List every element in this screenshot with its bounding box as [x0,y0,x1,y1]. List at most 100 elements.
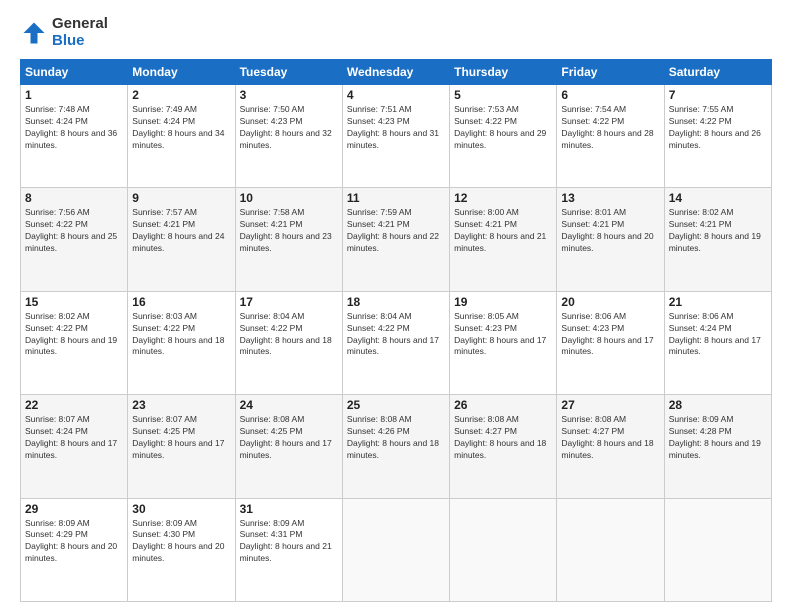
calendar-cell: 7 Sunrise: 7:55 AM Sunset: 4:22 PM Dayli… [664,85,771,188]
day-number: 30 [132,502,230,516]
day-number: 17 [240,295,338,309]
calendar-cell: 18 Sunrise: 8:04 AM Sunset: 4:22 PM Dayl… [342,291,449,394]
day-info: Sunrise: 8:09 AM Sunset: 4:28 PM Dayligh… [669,414,767,462]
calendar-cell: 9 Sunrise: 7:57 AM Sunset: 4:21 PM Dayli… [128,188,235,291]
calendar-cell: 26 Sunrise: 8:08 AM Sunset: 4:27 PM Dayl… [450,395,557,498]
day-number: 29 [25,502,123,516]
day-number: 25 [347,398,445,412]
day-info: Sunrise: 8:05 AM Sunset: 4:23 PM Dayligh… [454,311,552,359]
calendar-cell: 16 Sunrise: 8:03 AM Sunset: 4:22 PM Dayl… [128,291,235,394]
day-info: Sunrise: 7:56 AM Sunset: 4:22 PM Dayligh… [25,207,123,255]
calendar-cell [450,498,557,601]
day-info: Sunrise: 8:08 AM Sunset: 4:27 PM Dayligh… [561,414,659,462]
calendar-cell: 17 Sunrise: 8:04 AM Sunset: 4:22 PM Dayl… [235,291,342,394]
calendar-cell: 28 Sunrise: 8:09 AM Sunset: 4:28 PM Dayl… [664,395,771,498]
page: General Blue SundayMondayTuesdayWednesda… [0,0,792,612]
day-number: 18 [347,295,445,309]
day-info: Sunrise: 8:09 AM Sunset: 4:30 PM Dayligh… [132,518,230,566]
day-header-monday: Monday [128,60,235,85]
day-number: 20 [561,295,659,309]
day-number: 21 [669,295,767,309]
day-info: Sunrise: 8:09 AM Sunset: 4:31 PM Dayligh… [240,518,338,566]
day-info: Sunrise: 8:02 AM Sunset: 4:21 PM Dayligh… [669,207,767,255]
day-number: 5 [454,88,552,102]
day-info: Sunrise: 8:03 AM Sunset: 4:22 PM Dayligh… [132,311,230,359]
day-number: 6 [561,88,659,102]
calendar-cell: 8 Sunrise: 7:56 AM Sunset: 4:22 PM Dayli… [21,188,128,291]
calendar-cell [557,498,664,601]
day-number: 27 [561,398,659,412]
calendar-cell: 13 Sunrise: 8:01 AM Sunset: 4:21 PM Dayl… [557,188,664,291]
day-number: 22 [25,398,123,412]
day-number: 26 [454,398,552,412]
day-info: Sunrise: 8:06 AM Sunset: 4:23 PM Dayligh… [561,311,659,359]
calendar-cell: 29 Sunrise: 8:09 AM Sunset: 4:29 PM Dayl… [21,498,128,601]
day-info: Sunrise: 8:04 AM Sunset: 4:22 PM Dayligh… [347,311,445,359]
day-number: 28 [669,398,767,412]
day-info: Sunrise: 7:49 AM Sunset: 4:24 PM Dayligh… [132,104,230,152]
day-header-wednesday: Wednesday [342,60,449,85]
day-info: Sunrise: 8:01 AM Sunset: 4:21 PM Dayligh… [561,207,659,255]
day-info: Sunrise: 8:08 AM Sunset: 4:26 PM Dayligh… [347,414,445,462]
day-number: 12 [454,191,552,205]
day-info: Sunrise: 7:54 AM Sunset: 4:22 PM Dayligh… [561,104,659,152]
calendar-cell: 15 Sunrise: 8:02 AM Sunset: 4:22 PM Dayl… [21,291,128,394]
logo: General Blue [20,16,108,49]
calendar-cell: 3 Sunrise: 7:50 AM Sunset: 4:23 PM Dayli… [235,85,342,188]
header: General Blue [20,16,772,49]
day-number: 24 [240,398,338,412]
calendar-cell: 20 Sunrise: 8:06 AM Sunset: 4:23 PM Dayl… [557,291,664,394]
day-number: 11 [347,191,445,205]
calendar-cell: 2 Sunrise: 7:49 AM Sunset: 4:24 PM Dayli… [128,85,235,188]
calendar-cell: 21 Sunrise: 8:06 AM Sunset: 4:24 PM Dayl… [664,291,771,394]
calendar-cell: 14 Sunrise: 8:02 AM Sunset: 4:21 PM Dayl… [664,188,771,291]
calendar-cell: 31 Sunrise: 8:09 AM Sunset: 4:31 PM Dayl… [235,498,342,601]
day-number: 9 [132,191,230,205]
calendar-cell: 12 Sunrise: 8:00 AM Sunset: 4:21 PM Dayl… [450,188,557,291]
day-info: Sunrise: 8:08 AM Sunset: 4:27 PM Dayligh… [454,414,552,462]
day-info: Sunrise: 8:04 AM Sunset: 4:22 PM Dayligh… [240,311,338,359]
calendar-cell: 24 Sunrise: 8:08 AM Sunset: 4:25 PM Dayl… [235,395,342,498]
calendar-cell: 10 Sunrise: 7:58 AM Sunset: 4:21 PM Dayl… [235,188,342,291]
day-info: Sunrise: 7:51 AM Sunset: 4:23 PM Dayligh… [347,104,445,152]
day-number: 7 [669,88,767,102]
day-number: 10 [240,191,338,205]
day-number: 23 [132,398,230,412]
day-number: 31 [240,502,338,516]
day-info: Sunrise: 8:09 AM Sunset: 4:29 PM Dayligh… [25,518,123,566]
day-info: Sunrise: 8:07 AM Sunset: 4:24 PM Dayligh… [25,414,123,462]
day-number: 16 [132,295,230,309]
calendar-cell: 1 Sunrise: 7:48 AM Sunset: 4:24 PM Dayli… [21,85,128,188]
day-number: 3 [240,88,338,102]
logo-text: General Blue [52,16,108,49]
day-header-tuesday: Tuesday [235,60,342,85]
day-header-friday: Friday [557,60,664,85]
day-info: Sunrise: 8:08 AM Sunset: 4:25 PM Dayligh… [240,414,338,462]
day-info: Sunrise: 7:53 AM Sunset: 4:22 PM Dayligh… [454,104,552,152]
calendar-cell: 23 Sunrise: 8:07 AM Sunset: 4:25 PM Dayl… [128,395,235,498]
calendar-cell: 5 Sunrise: 7:53 AM Sunset: 4:22 PM Dayli… [450,85,557,188]
calendar-cell: 11 Sunrise: 7:59 AM Sunset: 4:21 PM Dayl… [342,188,449,291]
calendar-cell [664,498,771,601]
calendar-cell: 4 Sunrise: 7:51 AM Sunset: 4:23 PM Dayli… [342,85,449,188]
day-info: Sunrise: 7:48 AM Sunset: 4:24 PM Dayligh… [25,104,123,152]
day-number: 4 [347,88,445,102]
day-info: Sunrise: 8:00 AM Sunset: 4:21 PM Dayligh… [454,207,552,255]
day-info: Sunrise: 8:07 AM Sunset: 4:25 PM Dayligh… [132,414,230,462]
logo-icon [20,19,48,47]
day-number: 13 [561,191,659,205]
day-header-sunday: Sunday [21,60,128,85]
calendar-cell: 27 Sunrise: 8:08 AM Sunset: 4:27 PM Dayl… [557,395,664,498]
day-number: 8 [25,191,123,205]
day-number: 14 [669,191,767,205]
day-number: 19 [454,295,552,309]
day-info: Sunrise: 7:57 AM Sunset: 4:21 PM Dayligh… [132,207,230,255]
day-info: Sunrise: 7:58 AM Sunset: 4:21 PM Dayligh… [240,207,338,255]
day-header-saturday: Saturday [664,60,771,85]
calendar-cell: 6 Sunrise: 7:54 AM Sunset: 4:22 PM Dayli… [557,85,664,188]
calendar-table: SundayMondayTuesdayWednesdayThursdayFrid… [20,59,772,602]
calendar-cell [342,498,449,601]
calendar-cell: 19 Sunrise: 8:05 AM Sunset: 4:23 PM Dayl… [450,291,557,394]
calendar-cell: 30 Sunrise: 8:09 AM Sunset: 4:30 PM Dayl… [128,498,235,601]
day-info: Sunrise: 7:50 AM Sunset: 4:23 PM Dayligh… [240,104,338,152]
